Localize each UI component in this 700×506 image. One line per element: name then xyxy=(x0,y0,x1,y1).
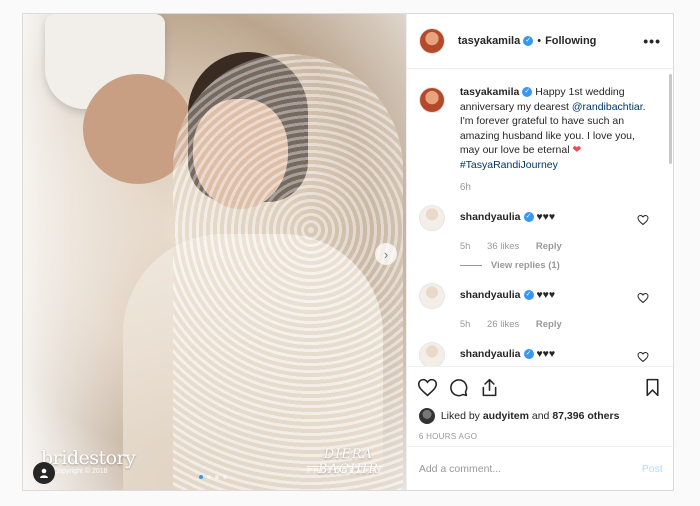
carousel-dot-active xyxy=(199,475,203,479)
comments-section[interactable]: tasyakamila ✓ Happy 1st wedding anniversa… xyxy=(407,69,673,366)
heart-emoji: ❤ xyxy=(572,144,582,156)
reply-button[interactable]: Reply xyxy=(536,319,562,330)
comment-time: 5h xyxy=(459,241,471,252)
comment-text: shandyaulia ✓ ♥♥♥ xyxy=(460,283,555,309)
likes-count[interactable]: 87,396 others xyxy=(552,410,619,422)
comment-like-heart-icon[interactable] xyxy=(637,351,649,363)
comments-scrollbar[interactable] xyxy=(669,74,672,164)
comment-username[interactable]: shandyaulia xyxy=(460,289,521,301)
comment-time: 5h xyxy=(459,319,471,330)
comment-item: shandyaulia ✓ ♥♥♥ xyxy=(418,342,661,366)
brand-watermark: bridestory xyxy=(41,447,136,469)
author-avatar[interactable] xyxy=(418,28,445,54)
liker-avatar[interactable] xyxy=(418,408,435,424)
post-sidebar: tasyakamila ✓ • Following ••• tasyakamil… xyxy=(405,14,675,490)
likes-and: and xyxy=(531,410,550,422)
more-options-icon[interactable]: ••• xyxy=(643,33,661,49)
comment-meta: 5h 26 likes Reply xyxy=(419,319,661,330)
comment-like-heart-icon[interactable] xyxy=(637,292,649,304)
comment-item: shandyaulia ✓ ♥♥♥ xyxy=(418,283,661,309)
comment-avatar[interactable] xyxy=(418,283,445,309)
verified-badge-icon: ✓ xyxy=(523,290,534,301)
view-replies-label: View replies (1) xyxy=(490,260,560,271)
caption-hashtag-link[interactable]: #TasyaRandiJourney xyxy=(460,159,558,171)
likes-summary: Liked by audyitem and 87,396 others xyxy=(407,408,673,424)
comment-body: ♥♥♥ xyxy=(536,289,556,301)
comment-avatar[interactable] xyxy=(418,342,445,366)
caption-username[interactable]: tasyakamila xyxy=(460,86,520,98)
reply-button[interactable]: Reply xyxy=(536,241,562,252)
share-icon[interactable] xyxy=(479,377,500,398)
comment-item: shandyaulia ✓ ♥♥♥ xyxy=(418,205,661,231)
comment-body: ♥♥♥ xyxy=(536,348,556,360)
likes-prefix: Liked by xyxy=(440,410,480,422)
comment-likes[interactable]: 36 likes xyxy=(487,241,519,252)
caption-time: 6h xyxy=(459,182,471,193)
verified-badge-icon: ✓ xyxy=(523,212,534,223)
replies-line xyxy=(459,265,482,266)
author-username[interactable]: tasyakamila xyxy=(458,35,520,47)
brand-copyright: Copyright © 2018 xyxy=(53,468,108,475)
like-heart-icon[interactable] xyxy=(417,377,438,398)
verified-badge-icon: ✓ xyxy=(523,36,534,46)
caption-mention-link[interactable]: @randibachtiar xyxy=(572,101,643,113)
photo-lace-veil xyxy=(173,54,403,490)
add-comment-input[interactable]: Add a comment... xyxy=(419,463,501,475)
comment-like-heart-icon[interactable] xyxy=(637,214,649,226)
comment-bubble-icon[interactable] xyxy=(448,377,469,398)
view-replies-button[interactable]: View replies (1) xyxy=(419,260,661,271)
caption-avatar[interactable] xyxy=(418,87,445,113)
user-tag-button[interactable] xyxy=(33,462,55,484)
next-slide-button[interactable]: › xyxy=(375,243,397,265)
instagram-post: bridestory Copyright © 2018 DIERA BACHIR… xyxy=(22,13,675,491)
carousel-indicator xyxy=(199,475,227,479)
add-comment-bar: Add a comment... Post xyxy=(406,446,675,490)
header-separator: • xyxy=(537,35,542,47)
comment-likes[interactable]: 26 likes xyxy=(487,319,519,330)
comment-username[interactable]: shandyaulia xyxy=(460,211,521,223)
photographer-subtitle: PHOTOGRAPHY xyxy=(307,466,384,475)
liker-username[interactable]: audyitem xyxy=(483,410,529,422)
verified-badge-icon: ✓ xyxy=(523,349,534,360)
caption-text: tasyakamila ✓ Happy 1st wedding anniversa… xyxy=(460,85,650,172)
comment-text: shandyaulia ✓ ♥♥♥ xyxy=(460,342,555,366)
comment-text: shandyaulia ✓ ♥♥♥ xyxy=(460,205,555,231)
comment-avatar[interactable] xyxy=(418,205,445,231)
post-timestamp[interactable]: 6 HOURS AGO xyxy=(407,424,673,441)
person-icon xyxy=(40,468,48,478)
bookmark-icon[interactable] xyxy=(642,377,663,398)
comment-username[interactable]: shandyaulia xyxy=(460,348,521,360)
carousel-dot xyxy=(223,475,227,479)
comment-meta: 5h 36 likes Reply xyxy=(419,241,661,252)
verified-badge-icon: ✓ xyxy=(522,87,533,98)
post-caption: tasyakamila ✓ Happy 1st wedding anniversa… xyxy=(418,85,661,172)
following-button[interactable]: Following xyxy=(545,35,596,47)
action-bar xyxy=(406,366,673,408)
post-comment-button[interactable]: Post xyxy=(642,463,663,475)
chevron-right-icon: › xyxy=(383,246,389,262)
post-photo[interactable]: bridestory Copyright © 2018 DIERA BACHIR… xyxy=(23,14,406,490)
carousel-dot xyxy=(207,475,211,479)
comment-body: ♥♥♥ xyxy=(536,211,556,223)
carousel-dot xyxy=(215,475,219,479)
post-header: tasyakamila ✓ • Following ••• xyxy=(406,14,673,69)
